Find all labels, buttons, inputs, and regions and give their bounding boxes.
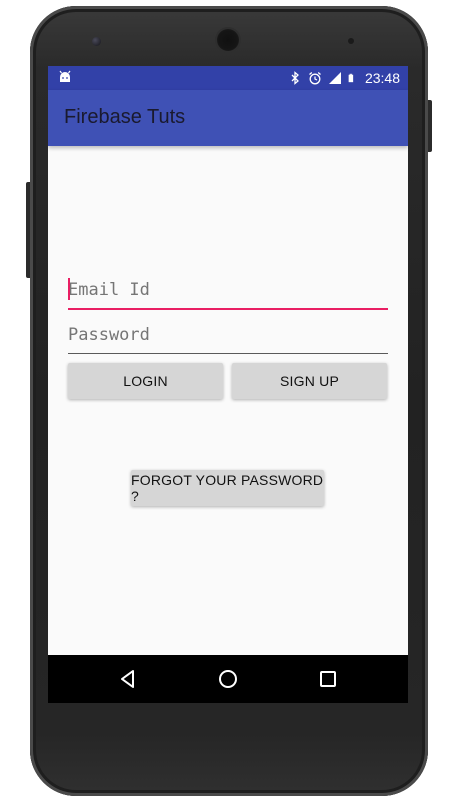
status-bar: 23:48 [48, 66, 408, 90]
bluetooth-icon [291, 71, 299, 85]
alarm-icon [309, 72, 321, 85]
text-cursor [68, 278, 70, 300]
navigation-bar [48, 655, 408, 703]
proximity-sensor [348, 38, 354, 44]
password-field[interactable] [68, 317, 388, 354]
back-icon[interactable] [116, 667, 140, 691]
front-camera [92, 37, 101, 46]
app-bar: Firebase Tuts [48, 90, 408, 146]
battery-icon [348, 73, 354, 83]
home-icon[interactable] [216, 667, 240, 691]
recents-icon[interactable] [316, 667, 340, 691]
email-field[interactable] [68, 272, 388, 310]
sign-up-button[interactable]: SIGN UP [232, 363, 387, 399]
screen: 23:48 Firebase Tuts LOGIN SIGN UP FORGOT… [48, 66, 408, 703]
android-app-icon [59, 70, 71, 82]
forgot-password-button[interactable]: FORGOT YOUR PASSWORD ? [131, 470, 324, 506]
status-icons: 23:48 [288, 66, 400, 90]
status-time: 23:48 [364, 70, 400, 86]
login-button[interactable]: LOGIN [68, 363, 223, 399]
signal-icon [328, 72, 341, 84]
earpiece-speaker [217, 29, 239, 51]
app-title: Firebase Tuts [64, 106, 186, 128]
